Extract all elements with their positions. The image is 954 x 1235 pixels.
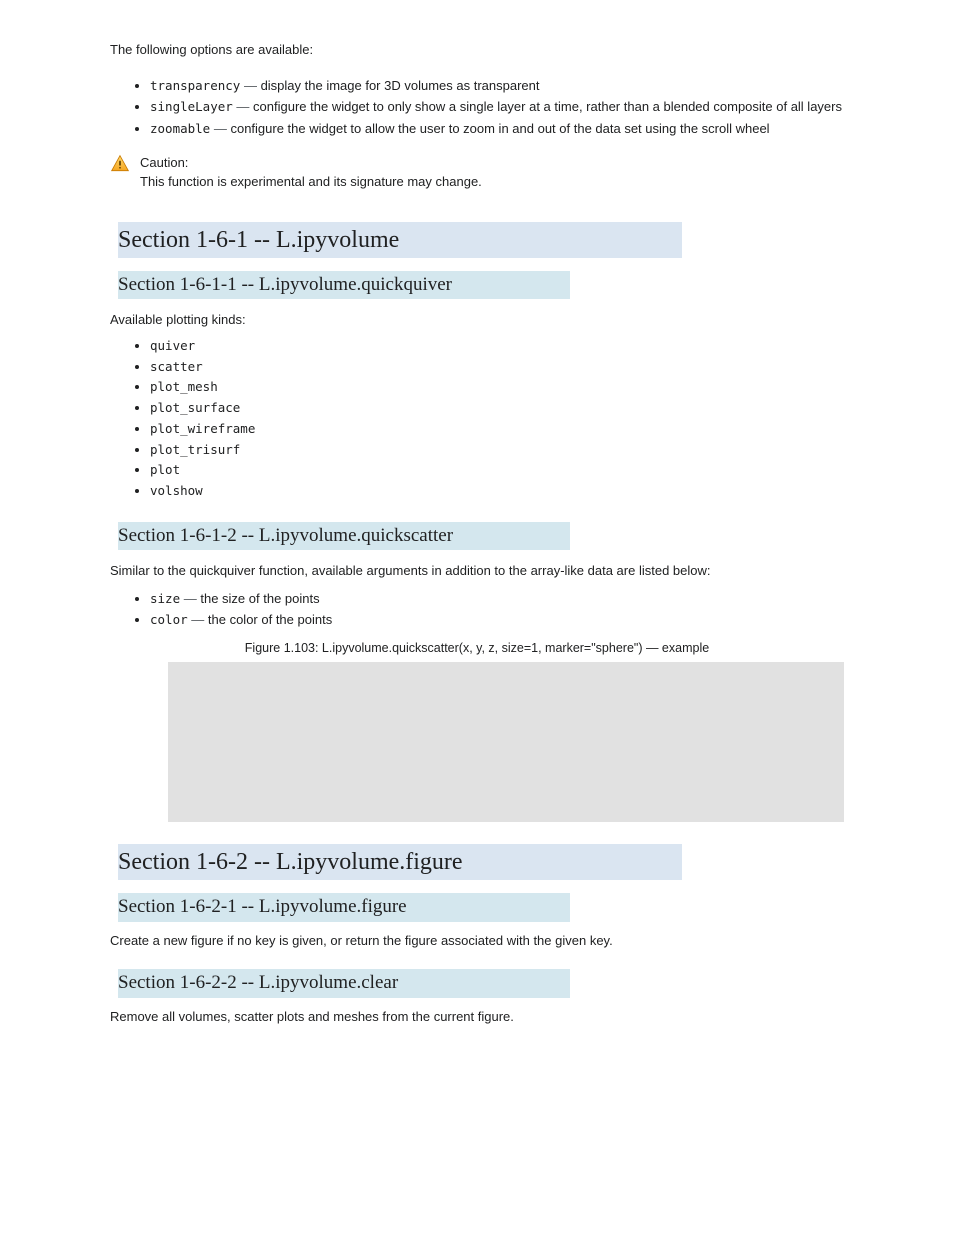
section-body: Similar to the quickquiver function, ava… <box>110 561 844 822</box>
section-heading-h2: Section 1-6-1 -- L.ipyvolume <box>110 218 844 262</box>
dash: — <box>214 121 227 136</box>
args-list: size — the size of the points color — th… <box>110 589 844 630</box>
section-body: Available plotting kinds: quiver scatter… <box>110 310 844 501</box>
option-desc: configure the widget to only show a sing… <box>253 99 842 114</box>
dash: — <box>236 99 249 114</box>
dash: — <box>244 78 257 93</box>
list-item: plot_wireframe <box>150 419 844 439</box>
arg-code: color <box>150 612 188 627</box>
list-item: volshow <box>150 481 844 501</box>
caution-box: Caution: This function is experimental a… <box>110 153 844 192</box>
list-item: plot_mesh <box>150 377 844 397</box>
page: The following options are available: tra… <box>0 0 954 1235</box>
option-item: zoomable — configure the widget to allow… <box>150 119 844 139</box>
arg-desc: the color of the points <box>208 612 332 627</box>
section-text: Create a new figure if no key is given, … <box>110 931 844 951</box>
option-desc: display the image for 3D volumes as tran… <box>261 78 540 93</box>
list-item: plot_surface <box>150 398 844 418</box>
section-text: Similar to the quickquiver function, ava… <box>110 561 844 581</box>
list-item: color — the color of the points <box>150 610 844 630</box>
option-desc: configure the widget to allow the user t… <box>230 121 769 136</box>
section-text: Remove all volumes, scatter plots and me… <box>110 1007 844 1027</box>
intro-text: The following options are available: <box>110 40 844 60</box>
figure-caption: Figure 1.103: L.ipyvolume.quickscatter(x… <box>110 639 844 658</box>
option-code: singleLayer <box>150 99 233 114</box>
list-item: plot <box>150 460 844 480</box>
option-item: transparency — display the image for 3D … <box>150 76 844 96</box>
section-heading-h3: Section 1-6-2-1 -- L.ipyvolume.figure <box>110 890 844 925</box>
dash: — <box>191 612 204 627</box>
figure: Figure 1.103: L.ipyvolume.quickscatter(x… <box>110 639 844 822</box>
section-heading-h3: Section 1-6-1-2 -- L.ipyvolume.quickscat… <box>110 519 844 554</box>
arg-desc: the size of the points <box>200 591 319 606</box>
option-item: singleLayer — configure the widget to on… <box>150 97 844 117</box>
option-code: transparency <box>150 78 240 93</box>
list-item: plot_trisurf <box>150 440 844 460</box>
option-code: zoomable <box>150 121 210 136</box>
list-item: quiver <box>150 336 844 356</box>
section-heading-h2: Section 1-6-2 -- L.ipyvolume.figure <box>110 840 844 884</box>
list-item: scatter <box>150 357 844 377</box>
kinds-intro: Available plotting kinds: <box>110 310 844 330</box>
figure-image <box>168 662 844 822</box>
options-list: transparency — display the image for 3D … <box>110 76 844 139</box>
kinds-list: quiver scatter plot_mesh plot_surface pl… <box>110 336 844 501</box>
warning-icon <box>110 154 130 174</box>
arg-code: size <box>150 591 180 606</box>
dash: — <box>184 591 197 606</box>
section-heading-h3: Section 1-6-1-1 -- L.ipyvolume.quickquiv… <box>110 268 844 303</box>
section-heading-h3: Section 1-6-2-2 -- L.ipyvolume.clear <box>110 966 844 1001</box>
caution-text: Caution: This function is experimental a… <box>140 153 482 192</box>
list-item: size — the size of the points <box>150 589 844 609</box>
